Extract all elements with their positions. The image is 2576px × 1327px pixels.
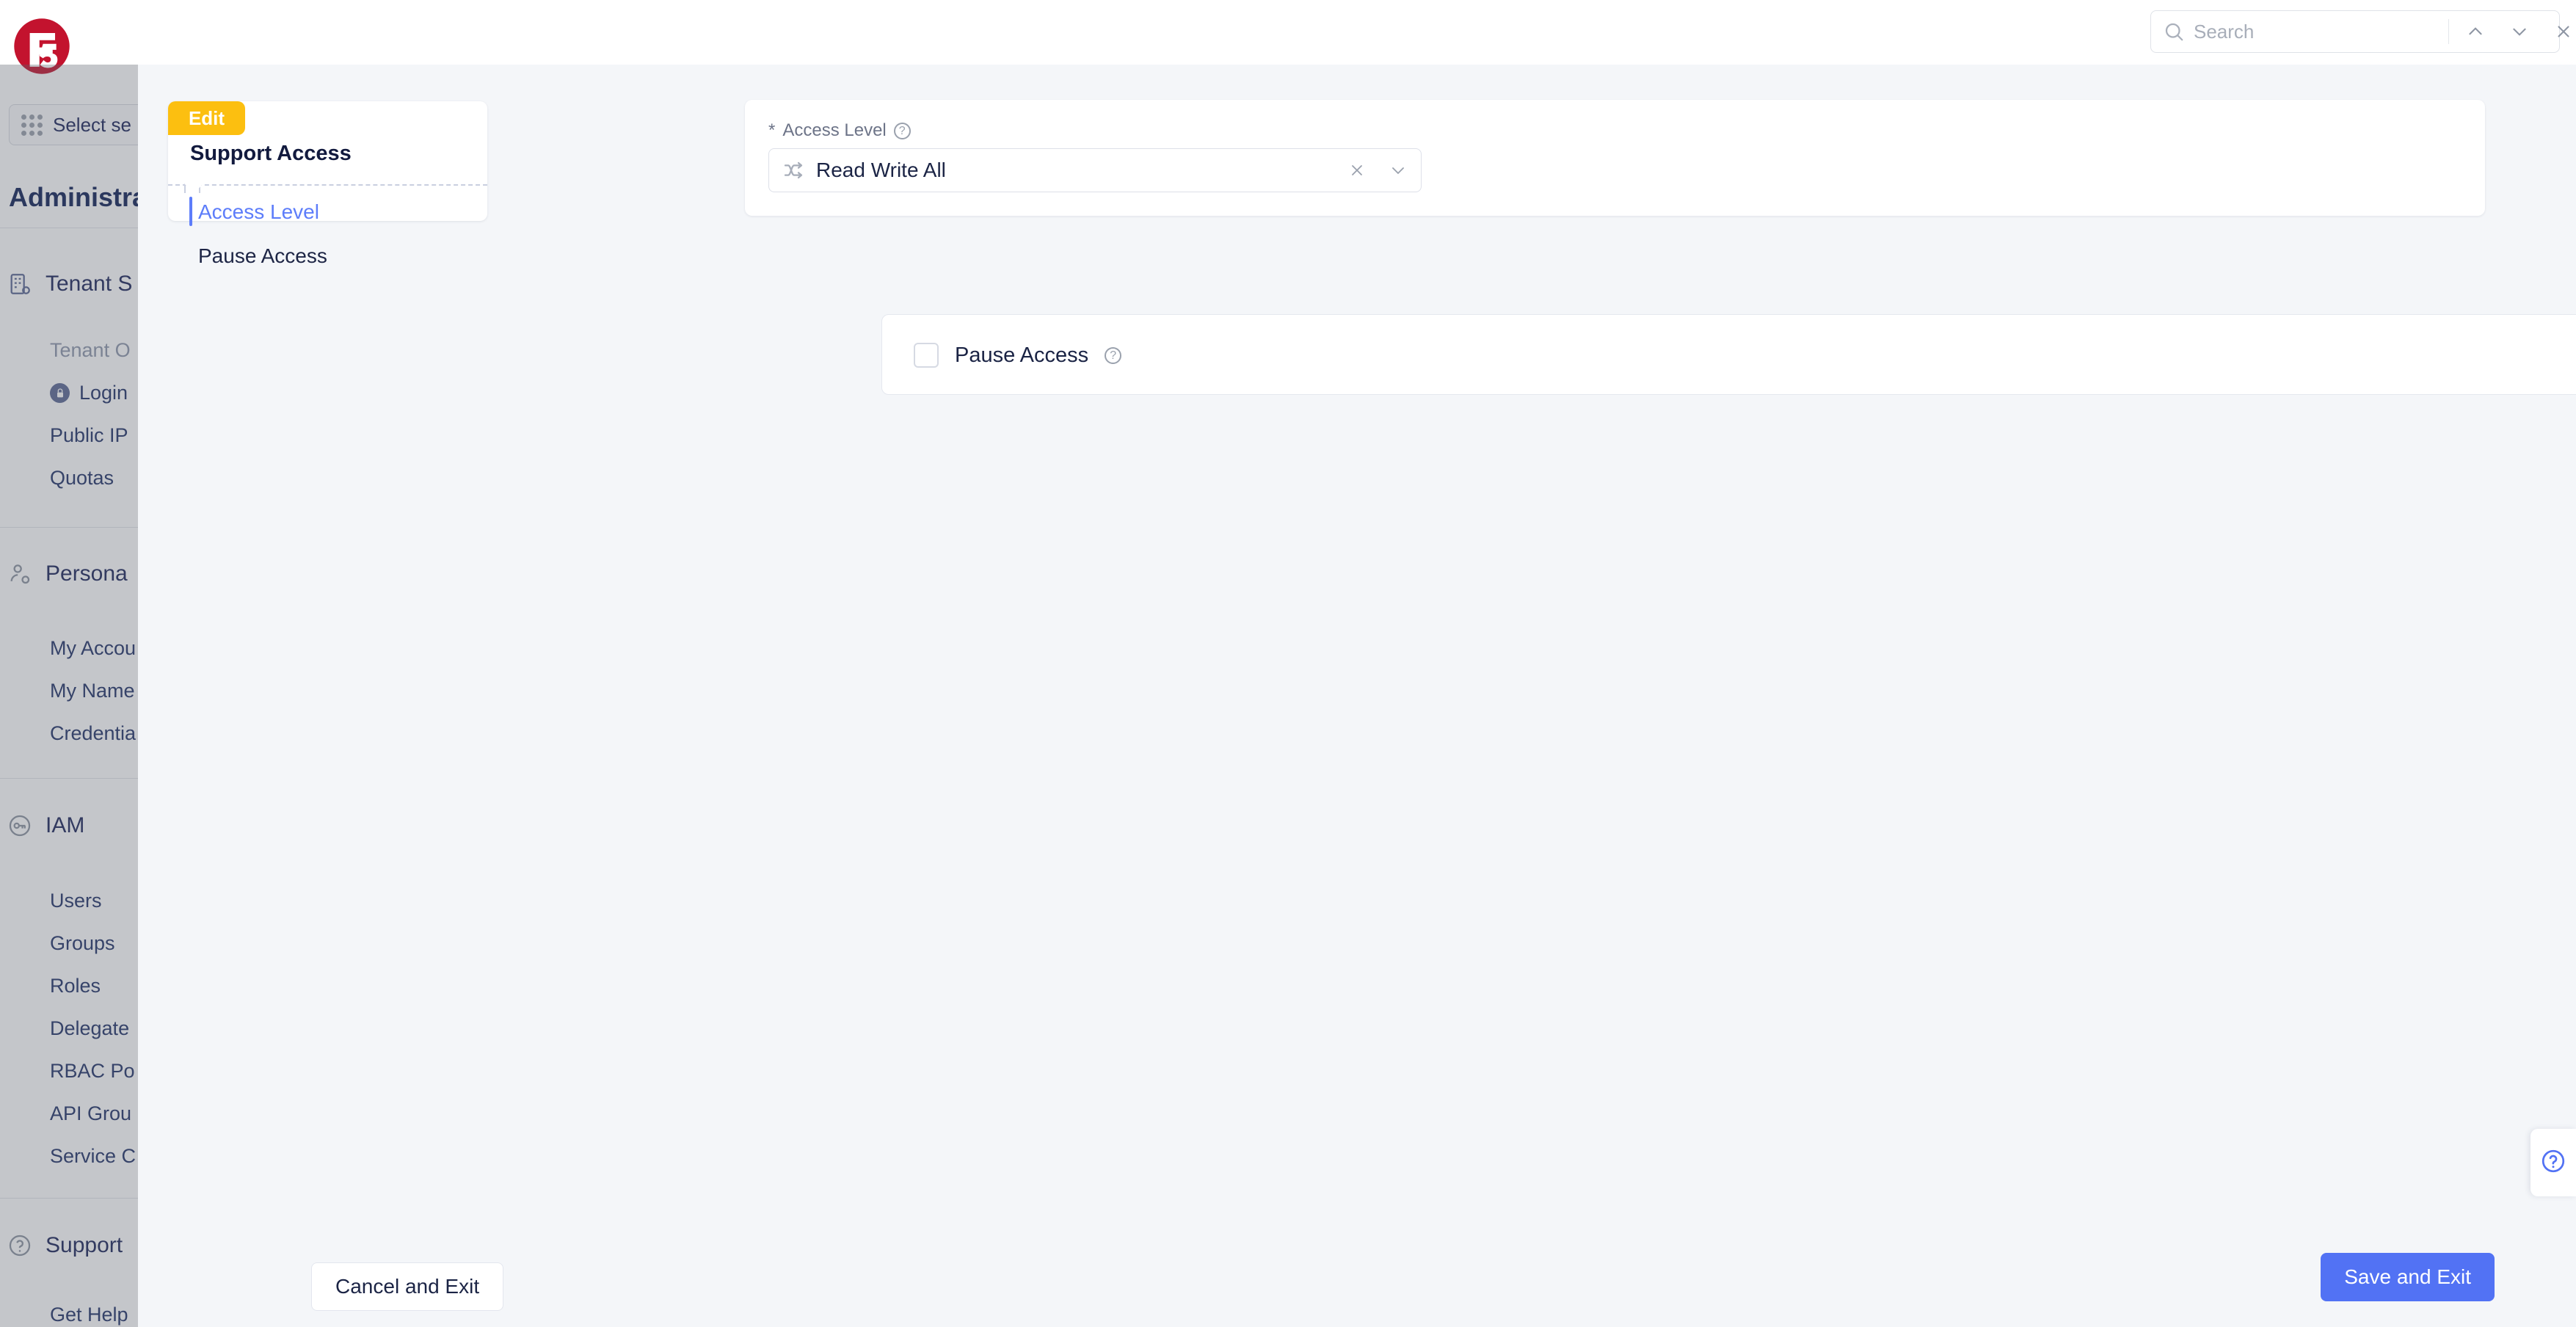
wizard-title: Support Access [190,142,352,165]
wizard-overlay: Edit Support Access Access Level Pause A… [138,65,2576,1327]
sidebar-item-tenant-overview[interactable]: Tenant O [50,339,131,362]
mode-badge: Edit [168,101,245,135]
sidebar-item-label: Public IP [50,424,128,446]
sidebar-item-credentials[interactable]: Credentia [50,722,136,745]
sidebar-item-api-groups[interactable]: API Grou [50,1102,131,1125]
search-close-button[interactable] [2546,14,2576,49]
nav-divider [0,778,138,779]
sidebar-section-title: Administra [9,182,138,212]
sidebar-item-label: API Grou [50,1102,132,1124]
search-divider [2448,19,2449,44]
sidebar-item-label: Tenant O [50,339,131,361]
sidebar-item-quotas[interactable]: Quotas [50,467,114,490]
sidebar-item-get-help[interactable]: Get Help [50,1304,128,1326]
sidebar-item-label: Service C [50,1145,137,1167]
branch-shuffle-icon [782,159,806,182]
step-item-label: Access Level [198,200,319,223]
top-header [138,0,2576,65]
pause-access-card: Pause Access ? [881,314,2576,395]
sidebar-group-tenant-settings[interactable]: Tenant S [7,272,132,297]
search-input[interactable] [2194,20,2439,43]
required-marker: * [768,120,776,140]
sidebar-item-my-account[interactable]: My Accou [50,637,136,660]
sidebar-group-support[interactable]: Support [7,1233,123,1258]
key-icon [7,813,32,838]
search-prev-button[interactable] [2458,14,2493,49]
access-level-label-row: * Access Level ? [768,120,911,141]
sidebar-item-my-namespaces[interactable]: My Name [50,680,135,702]
sidebar-item-delegated-access[interactable]: Delegate [50,1017,129,1040]
sidebar-group-label: IAM [46,813,85,837]
pause-access-help-icon[interactable]: ? [1105,346,1122,364]
save-and-exit-button[interactable]: Save and Exit [2321,1253,2495,1301]
tenant-selector[interactable]: Select se [9,104,138,145]
sidebar-group-label: Tenant S [46,272,133,296]
grid-apps-icon [21,114,43,136]
step-item-access-level[interactable]: Access Level [168,190,487,234]
f5-logo-icon [12,16,72,76]
sidebar-group-label: Support [46,1233,123,1257]
pause-access-label: Pause Access [955,343,1089,367]
app-sidebar: Select se Administra Tenant S Tenant O L… [0,0,138,1327]
sidebar-item-groups[interactable]: Groups [50,932,115,955]
sidebar-item-login[interactable]: Login [50,382,128,404]
access-level-value: Read Write All [816,159,946,181]
step-item-pause-access[interactable]: Pause Access [168,234,487,278]
sidebar-item-label: Roles [50,975,101,997]
nav-divider [0,1198,138,1199]
access-level-help-icon[interactable]: ? [893,122,911,139]
access-level-select[interactable]: Read Write All [768,148,1422,192]
help-widget-button[interactable] [2530,1129,2576,1196]
sidebar-item-label: Login [79,382,128,404]
sidebar-item-label: Users [50,890,102,912]
sidebar-item-rbac-policies[interactable]: RBAC Po [50,1060,135,1083]
sidebar-item-service-credentials[interactable]: Service C [50,1145,136,1168]
sidebar-item-label: RBAC Po [50,1060,135,1082]
sidebar-item-users[interactable]: Users [50,890,102,912]
cancel-and-exit-button[interactable]: Cancel and Exit [311,1262,504,1311]
sidebar-item-label: Delegate [50,1017,130,1039]
sidebar-item-label: My Name [50,680,135,702]
access-level-clear-button[interactable] [1342,155,1372,186]
pause-access-checkbox[interactable] [914,343,939,368]
support-icon [7,1233,32,1258]
search-icon [2163,21,2185,43]
sidebar-group-personal[interactable]: Persona [7,561,128,586]
search-next-button[interactable] [2502,14,2537,49]
lock-icon [50,383,70,403]
sidebar-item-label: Quotas [50,467,114,489]
person-settings-icon [7,561,32,586]
sidebar-item-label: My Accou [50,637,137,659]
nav-divider [0,527,138,528]
question-circle-icon [2540,1148,2566,1178]
wizard-step-nav: Edit Support Access Access Level Pause A… [168,101,487,267]
pause-access-row: Pause Access ? [914,315,1122,396]
sidebar-item-label: Credentia [50,722,137,744]
search-bar[interactable] [2150,10,2569,53]
tenant-selector-label: Select se [53,113,131,136]
sidebar-item-label: Get Help [50,1304,128,1326]
step-item-label: Pause Access [198,244,327,267]
access-level-label: Access Level [782,120,887,140]
access-level-dropdown-button[interactable] [1383,155,1413,186]
sidebar-item-roles[interactable]: Roles [50,975,101,997]
sidebar-item-public-ip[interactable]: Public IP [50,424,128,447]
access-level-card: * Access Level ? Read Write All [745,100,2485,216]
sidebar-group-iam[interactable]: IAM [7,813,84,838]
step-list: Access Level Pause Access [168,190,487,278]
sidebar-group-label: Persona [46,561,128,586]
step-nav-separator [168,184,487,186]
sidebar-item-label: Groups [50,932,115,954]
tenant-settings-icon [7,272,32,297]
